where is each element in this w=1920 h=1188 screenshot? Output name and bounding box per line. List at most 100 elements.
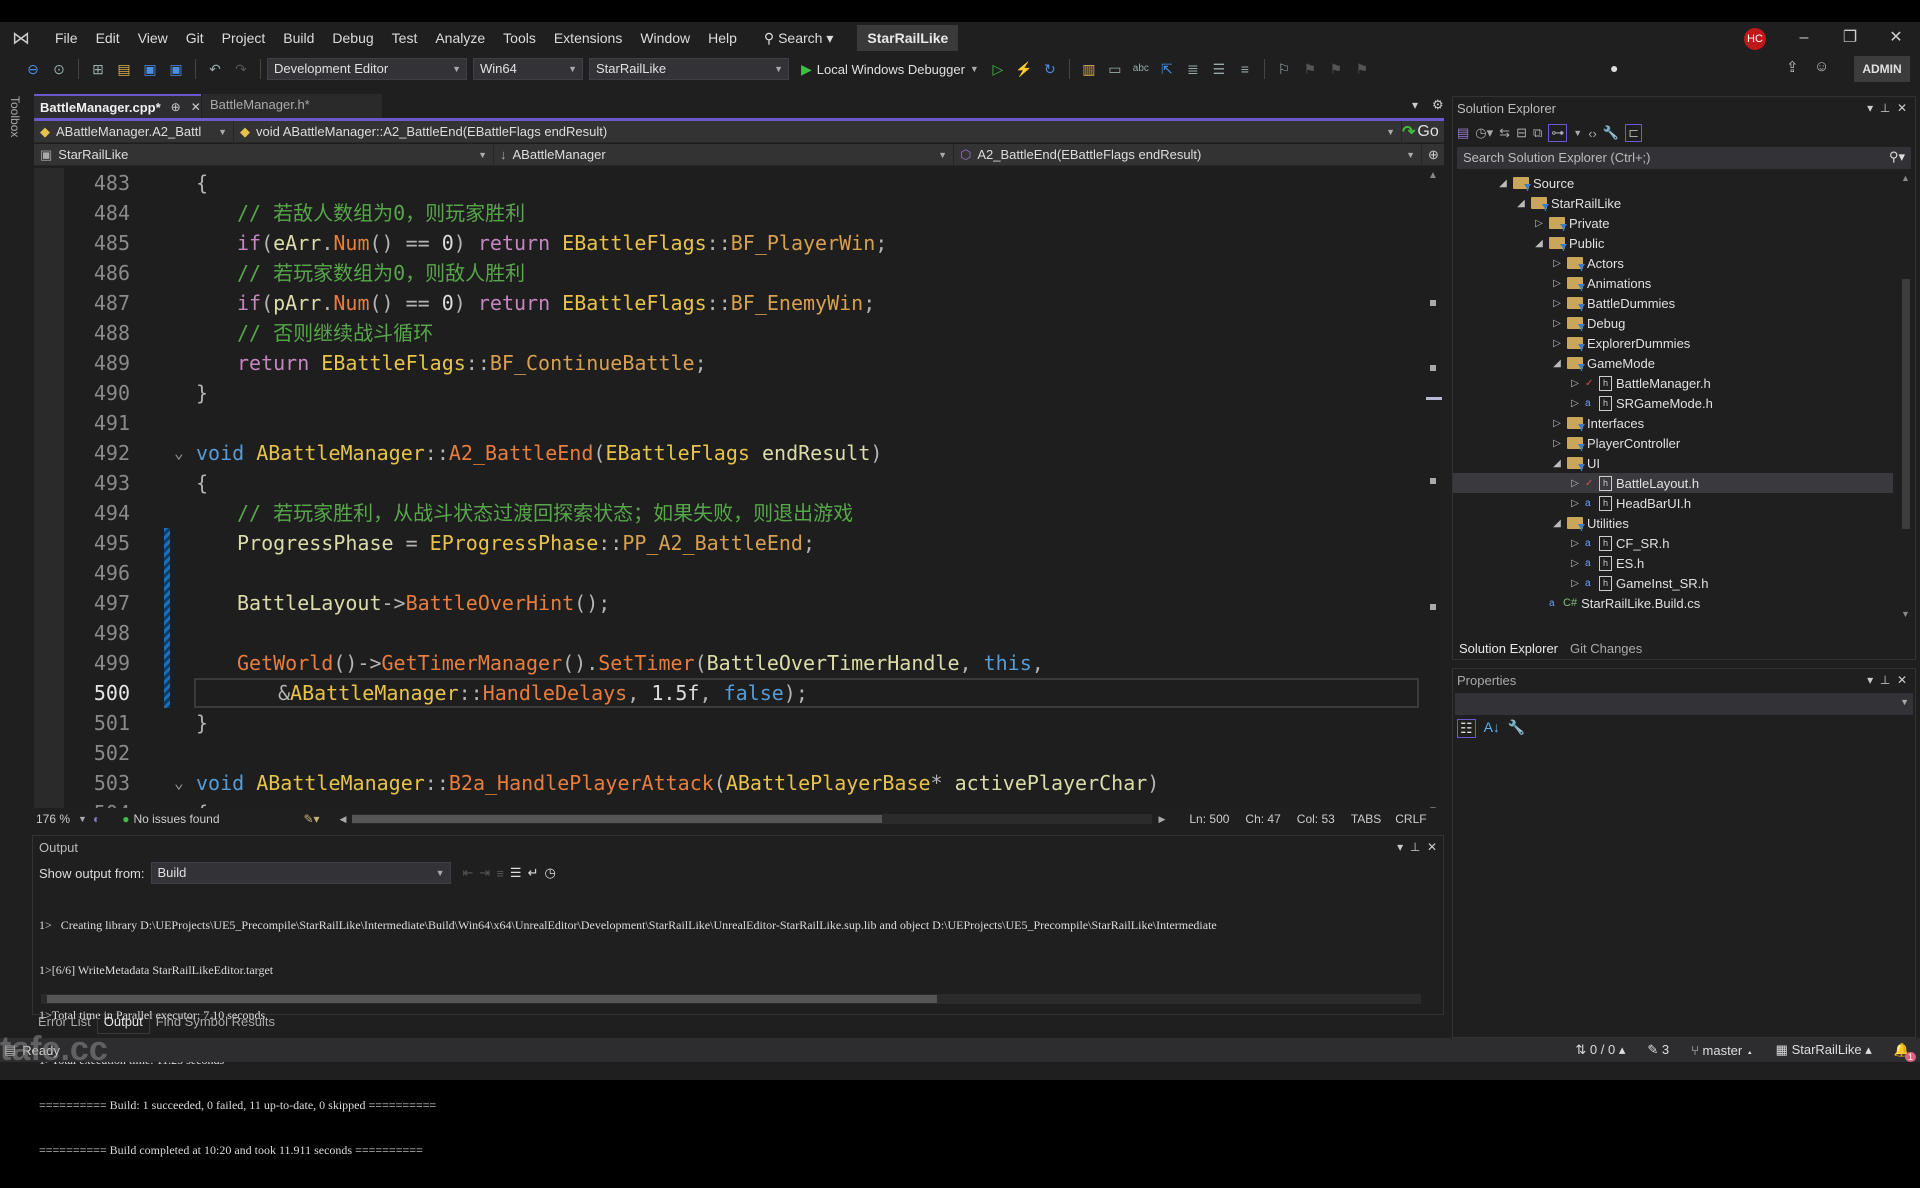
expand-arrow-icon[interactable]: ▷ [1569, 398, 1581, 409]
comment-icon[interactable]: ≡ [1234, 58, 1256, 80]
chevron-down-icon[interactable]: ▼ [1573, 128, 1582, 138]
expand-arrow-icon[interactable]: ▷ [1551, 418, 1563, 429]
open-file-icon[interactable]: ▤ [113, 58, 135, 80]
code-line[interactable]: 488 // 否则继续战斗循环 [34, 318, 1424, 348]
menu-test[interactable]: Test [383, 30, 427, 46]
platform-dropdown[interactable]: Win64 ▼ [473, 58, 583, 80]
tree-item[interactable]: ▷ Animations [1453, 273, 1893, 293]
close-tab-icon[interactable]: ✕ [191, 100, 201, 114]
cursor-col[interactable]: Col: 53 [1297, 812, 1335, 826]
collapse-arrow-icon[interactable]: ◢ [1533, 238, 1545, 249]
live-share-icon[interactable]: ● [1610, 60, 1618, 76]
code-line[interactable]: 485 if(eArr.Num() == 0) return EBattleFla… [34, 228, 1424, 258]
output-horizontal-scrollbar[interactable] [41, 994, 1421, 1004]
code-line[interactable]: 497 BattleLayout->BattleOverHint(); [34, 588, 1424, 618]
pin-icon[interactable]: ⊥ [1880, 101, 1890, 115]
tree-item[interactable]: ▷ ✓ h BattleLayout.h [1453, 473, 1893, 493]
cursor-char[interactable]: Ch: 47 [1245, 812, 1280, 826]
tree-item[interactable]: ▷ a h HeadBarUI.h [1453, 493, 1893, 513]
code-line[interactable]: 494 // 若玩家胜利，从战斗状态过渡回探索状态；如果失败，则退出游戏 [34, 498, 1424, 528]
close-icon[interactable]: ✕ [1897, 101, 1907, 115]
goto-prev-message-icon[interactable]: ⇤ [463, 865, 474, 881]
code-line[interactable]: 486 // 若玩家数组为0，则敌人胜利 [34, 258, 1424, 288]
redo-icon[interactable]: ↷ [230, 58, 252, 80]
window-layout-icon[interactable]: ▭ [1104, 58, 1126, 80]
clear-all-icon[interactable]: ☰ [510, 865, 522, 881]
expand-arrow-icon[interactable]: ▷ [1569, 578, 1581, 589]
code-cleanup-icon[interactable]: ✎▾ [303, 812, 319, 826]
tree-item[interactable]: ◢ StarRailLike [1453, 193, 1893, 213]
select-pointer-icon[interactable]: ⇱ [1156, 58, 1178, 80]
pending-changes[interactable]: ✎ 3 [1647, 1042, 1669, 1058]
find-message-icon[interactable]: ≡ [496, 866, 504, 881]
undo-icon[interactable]: ↶ [204, 58, 226, 80]
indent-mode[interactable]: TABS [1351, 812, 1381, 826]
dropdown-icon[interactable]: ▾ [1397, 840, 1403, 854]
copilot-icon[interactable]: ◐ [93, 812, 100, 826]
feedback-icon[interactable]: ☺ [1814, 58, 1829, 75]
tab-battlemanager-h[interactable]: BattleManager.h* [202, 94, 382, 118]
save-icon[interactable]: ▣ [139, 58, 161, 80]
repository-selector[interactable]: ▦ StarRailLike ▴ [1776, 1042, 1872, 1058]
collapse-arrow-icon[interactable]: ◢ [1497, 178, 1509, 189]
project-context-dropdown[interactable]: ▣ StarRailLike ▼ [34, 143, 494, 166]
sync-commits[interactable]: ⇅ 0 / 0 ▴ [1575, 1042, 1625, 1058]
start-without-debugging-icon[interactable]: ▷ [987, 58, 1009, 80]
expand-arrow-icon[interactable]: ▷ [1569, 538, 1581, 549]
code-line[interactable]: 484 // 若敌人数组为0，则玩家胜利 [34, 198, 1424, 228]
collapse-all-icon[interactable]: ⊟ [1516, 125, 1527, 141]
member-dropdown[interactable]: ◆ void ABattleManager::A2_BattleEnd(EBatt… [234, 120, 1402, 143]
menu-extensions[interactable]: Extensions [545, 30, 631, 46]
go-button[interactable]: ↷ Go [1402, 122, 1439, 142]
cursor-line[interactable]: Ln: 500 [1189, 812, 1229, 826]
scroll-thumb[interactable] [352, 815, 883, 823]
spellcheck-icon[interactable]: abc [1130, 58, 1152, 80]
bookmark-icon[interactable]: ⚐ [1273, 58, 1295, 80]
solution-explorer-search[interactable]: Search Solution Explorer (Ctrl+;) ⚲▾ [1457, 147, 1911, 169]
code-line[interactable]: 491 [34, 408, 1424, 438]
menu-build[interactable]: Build [274, 30, 323, 46]
tree-item[interactable]: ◢ Public [1453, 233, 1893, 253]
expand-arrow-icon[interactable]: ▷ [1551, 258, 1563, 269]
bookmark-next-icon[interactable]: ⚑ [1325, 58, 1347, 80]
tree-item[interactable]: ▷ Actors [1453, 253, 1893, 273]
switch-views-icon[interactable]: ▤ [1457, 125, 1469, 141]
tree-item[interactable]: ▷ a h CF_SR.h [1453, 533, 1893, 553]
tree-item[interactable]: ▷ PlayerController [1453, 433, 1893, 453]
tab-git-changes[interactable]: Git Changes [1564, 639, 1648, 659]
navigate-back-icon[interactable]: ⊖ [22, 58, 44, 80]
scroll-thumb[interactable] [1426, 397, 1442, 400]
view-class-diagram-icon[interactable]: ⊶ [1548, 124, 1568, 142]
notifications-button[interactable]: 🔔 1 [1894, 1042, 1916, 1062]
scroll-up-icon[interactable]: ▲ [1428, 170, 1438, 181]
scroll-thumb[interactable] [1902, 279, 1910, 529]
toolbox-tab[interactable]: Toolbox [8, 96, 22, 137]
code-line[interactable]: 502 [34, 738, 1424, 768]
editor-vertical-scrollbar[interactable]: ▲ ▼ [1424, 168, 1442, 818]
menu-edit[interactable]: Edit [87, 30, 129, 46]
pin-icon[interactable]: ⊥ [1410, 840, 1420, 854]
tree-item[interactable]: ◢ Source [1453, 173, 1893, 193]
output-source-dropdown[interactable]: Build ▼ [150, 862, 451, 884]
tree-item[interactable]: ▷ a h ES.h [1453, 553, 1893, 573]
expand-arrow-icon[interactable]: ▷ [1569, 378, 1581, 389]
property-pages-icon[interactable]: 🔧 [1508, 719, 1525, 738]
user-avatar[interactable]: HC [1744, 28, 1766, 50]
menu-view[interactable]: View [129, 30, 177, 46]
tree-item[interactable]: ▷ ✓ h BattleManager.h [1453, 373, 1893, 393]
zoom-level[interactable]: 176 % [36, 812, 70, 826]
branch-selector[interactable]: ⑂ master ▴ [1691, 1043, 1754, 1058]
tree-item[interactable]: ◢ GameMode [1453, 353, 1893, 373]
code-editor[interactable]: 483 {484 // 若敌人数组为0，则玩家胜利 485 if(eArr.Num() … [34, 168, 1424, 818]
scroll-thumb[interactable] [47, 995, 937, 1003]
class-context-dropdown[interactable]: ↓ ABattleManager ▼ [494, 143, 954, 166]
issues-status[interactable]: No issues found [133, 812, 283, 826]
split-editor-icon[interactable]: ⊕ [1428, 147, 1439, 163]
outdent-icon[interactable]: ☰ [1208, 58, 1230, 80]
save-all-icon[interactable]: ▣ [165, 58, 187, 80]
tree-item[interactable]: ◢ UI [1453, 453, 1893, 473]
alphabetical-sort-icon[interactable]: A↓ [1484, 719, 1500, 738]
code-view-icon[interactable]: ‹› [1588, 126, 1597, 141]
scroll-up-icon[interactable]: ▲ [1901, 173, 1910, 183]
refresh-icon[interactable]: ↻ [1039, 58, 1061, 80]
